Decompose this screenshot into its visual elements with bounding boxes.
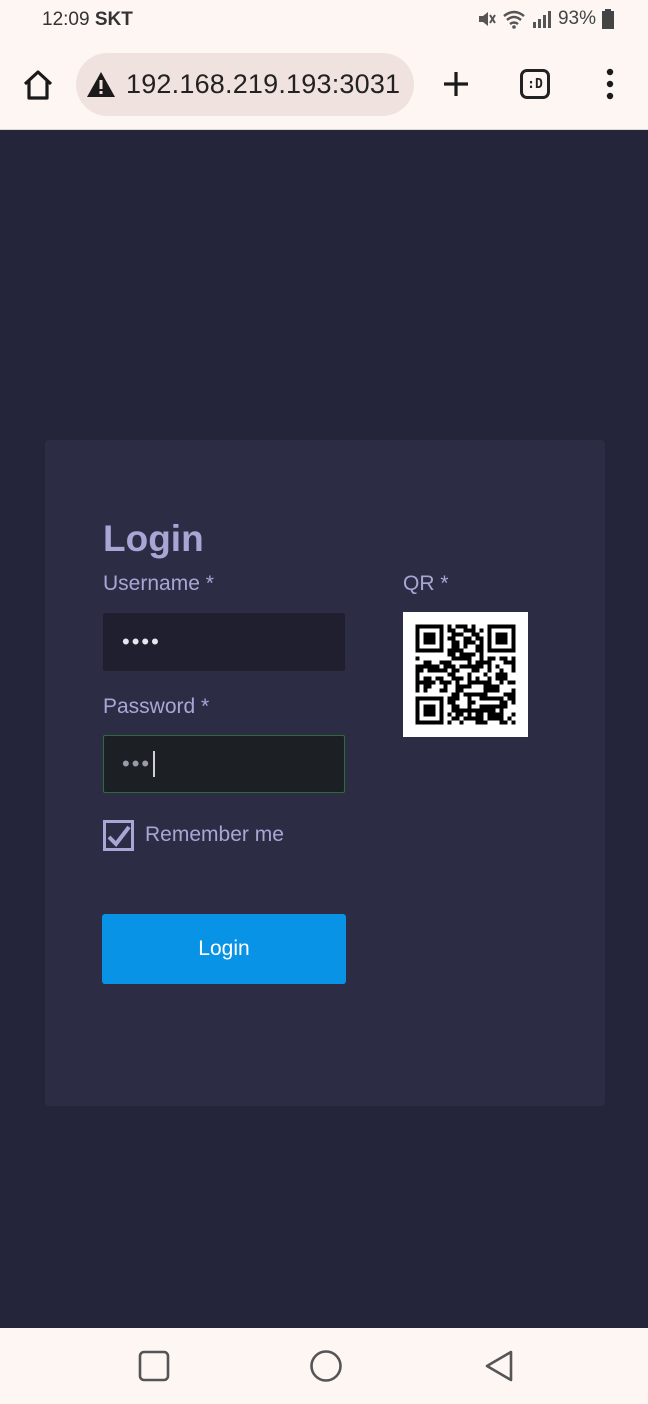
browser-menu-button[interactable]: [598, 66, 622, 102]
system-home-button[interactable]: [309, 1349, 343, 1383]
warning-icon: [87, 72, 115, 97]
login-card: Login Username * •••• Password * ••• QR …: [45, 440, 605, 1106]
password-field[interactable]: •••: [103, 735, 345, 793]
remember-me-checkbox[interactable]: [103, 820, 134, 851]
login-button[interactable]: Login: [102, 914, 346, 984]
battery-percent: 93%: [557, 8, 596, 29]
checkmark-icon: [107, 825, 131, 848]
carrier: SKT: [94, 9, 133, 30]
browser-toolbar: 192.168.219.193:3031 :D: [0, 40, 648, 130]
browser-home-button[interactable]: [20, 67, 56, 103]
back-button[interactable]: [482, 1349, 516, 1383]
page-content: Login Username * •••• Password * ••• QR …: [0, 131, 648, 1328]
signal-icon: [532, 11, 551, 28]
plus-icon: [444, 72, 468, 96]
remember-me-label[interactable]: Remember me: [145, 823, 284, 847]
username-field[interactable]: ••••: [103, 613, 345, 671]
new-tab-button[interactable]: [440, 68, 472, 100]
qr-code: [403, 612, 528, 737]
qr-code-image: [415, 624, 516, 725]
not-secure-button[interactable]: [86, 71, 116, 99]
username-value: ••••: [122, 629, 161, 654]
wifi-icon: [503, 10, 525, 29]
home-circle-icon: [310, 1350, 342, 1382]
status-icons: 93%: [476, 8, 614, 30]
recent-apps-icon: [138, 1350, 170, 1382]
status-bar: 12:09 SKT 93%: [0, 0, 648, 40]
qr-modules: [415, 624, 516, 725]
page-title: Login: [103, 518, 204, 559]
system-nav-bar: [0, 1328, 648, 1404]
url-text[interactable]: 192.168.219.193:3031: [126, 69, 400, 100]
battery-icon: [602, 9, 614, 29]
password-label: Password *: [103, 695, 210, 718]
recent-apps-button[interactable]: [138, 1350, 170, 1382]
status-time: 12:09 SKT: [42, 9, 133, 31]
menu-dots-icon: [606, 68, 614, 100]
text-caret: [153, 751, 156, 777]
clock: 12:09: [42, 9, 90, 30]
password-value: •••: [122, 751, 152, 776]
qr-label: QR *: [403, 572, 449, 595]
back-icon: [485, 1350, 513, 1382]
username-label: Username *: [103, 572, 214, 595]
url-bar[interactable]: 192.168.219.193:3031: [76, 53, 414, 116]
mute-icon: [478, 12, 496, 26]
home-icon: [23, 70, 53, 100]
tab-switcher-button[interactable]: :D: [520, 69, 550, 99]
